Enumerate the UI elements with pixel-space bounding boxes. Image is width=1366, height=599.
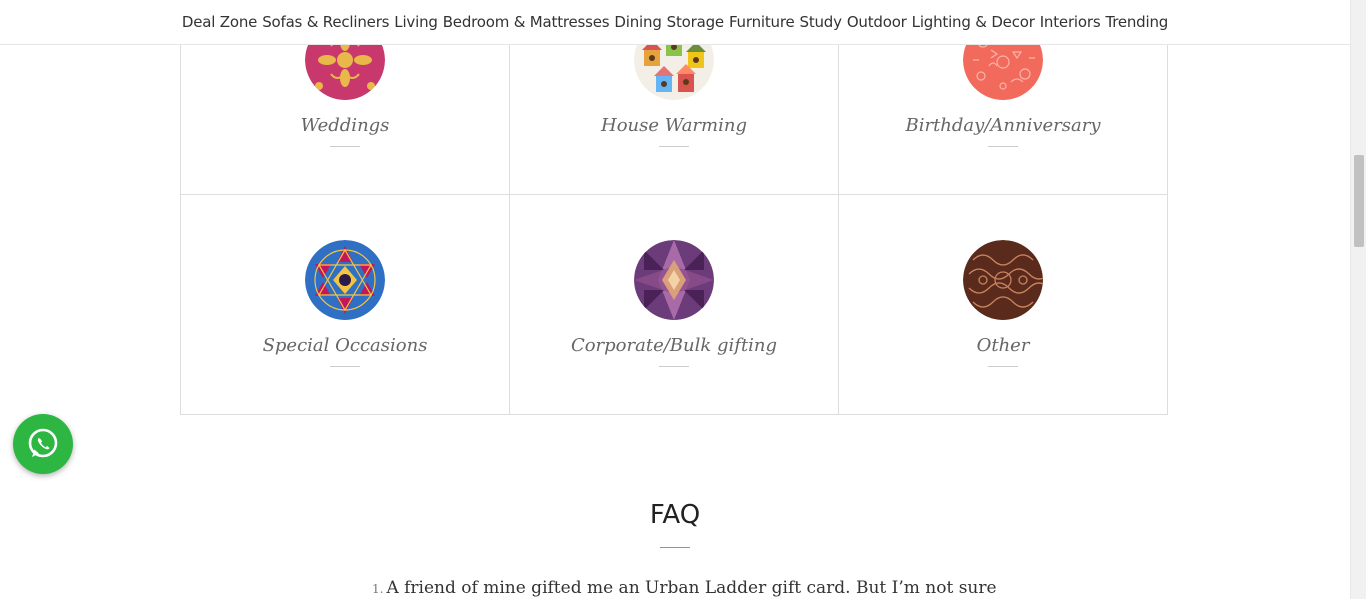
page-scrollbar[interactable] — [1350, 0, 1366, 599]
whatsapp-chat-button[interactable] — [13, 414, 73, 474]
faq-heading-underline — [660, 547, 690, 548]
whatsapp-icon — [28, 428, 58, 458]
nav-item-storage[interactable]: Storage — [667, 13, 724, 31]
top-navigation: Deal Zone Sofas & Recliners Living Bedro… — [0, 0, 1350, 45]
nav-item-furniture[interactable]: Furniture — [729, 13, 795, 31]
occasion-label: Weddings — [300, 115, 390, 136]
nav-item-sofas-recliners[interactable]: Sofas & Recliners — [262, 13, 389, 31]
faq-heading: FAQ — [649, 500, 701, 530]
nav-item-living[interactable]: Living — [394, 13, 438, 31]
occasion-label: Corporate/Bulk gifting — [570, 335, 778, 356]
faq-question[interactable]: 1. A friend of mine gifted me an Urban La… — [372, 578, 1012, 598]
occasion-grid: Weddings House Warming Birthday/Annivers… — [180, 0, 1170, 415]
nav-item-study[interactable]: Study — [800, 13, 843, 31]
nav-item-deal-zone[interactable]: Deal Zone — [182, 13, 257, 31]
nav-item-bedroom-mattresses[interactable]: Bedroom & Mattresses — [443, 13, 610, 31]
faq-question-number: 1. — [372, 582, 384, 596]
nav-item-outdoor[interactable]: Outdoor — [847, 13, 907, 31]
divider — [330, 146, 360, 147]
occasion-label: House Warming — [601, 115, 747, 136]
nav-item-interiors[interactable]: Interiors — [1040, 13, 1101, 31]
nav-item-dining[interactable]: Dining — [614, 13, 661, 31]
nav-menu: Deal Zone Sofas & Recliners Living Bedro… — [182, 13, 1168, 31]
scrollbar-thumb[interactable] — [1354, 155, 1364, 247]
divider — [988, 146, 1018, 147]
occasion-card-special-occasions[interactable]: Special Occasions — [181, 195, 510, 415]
kaleidoscope-pattern-icon — [305, 240, 385, 320]
divider — [659, 146, 689, 147]
divider — [988, 366, 1018, 367]
occasion-card-other[interactable]: Other — [839, 195, 1168, 415]
divider — [659, 366, 689, 367]
occasion-label: Special Occasions — [262, 335, 428, 356]
brown-ornament-pattern-icon — [963, 240, 1043, 320]
nav-item-lighting-decor[interactable]: Lighting & Decor — [912, 13, 1035, 31]
purple-kaleidoscope-pattern-icon — [634, 240, 714, 320]
occasion-card-corporate-bulk-gifting[interactable]: Corporate/Bulk gifting — [510, 195, 839, 415]
occasion-label: Other — [976, 335, 1030, 356]
nav-item-trending[interactable]: Trending — [1105, 13, 1168, 31]
faq-question-text: A friend of mine gifted me an Urban Ladd… — [386, 578, 997, 598]
divider — [330, 366, 360, 367]
occasion-label: Birthday/Anniversary — [905, 115, 1101, 136]
